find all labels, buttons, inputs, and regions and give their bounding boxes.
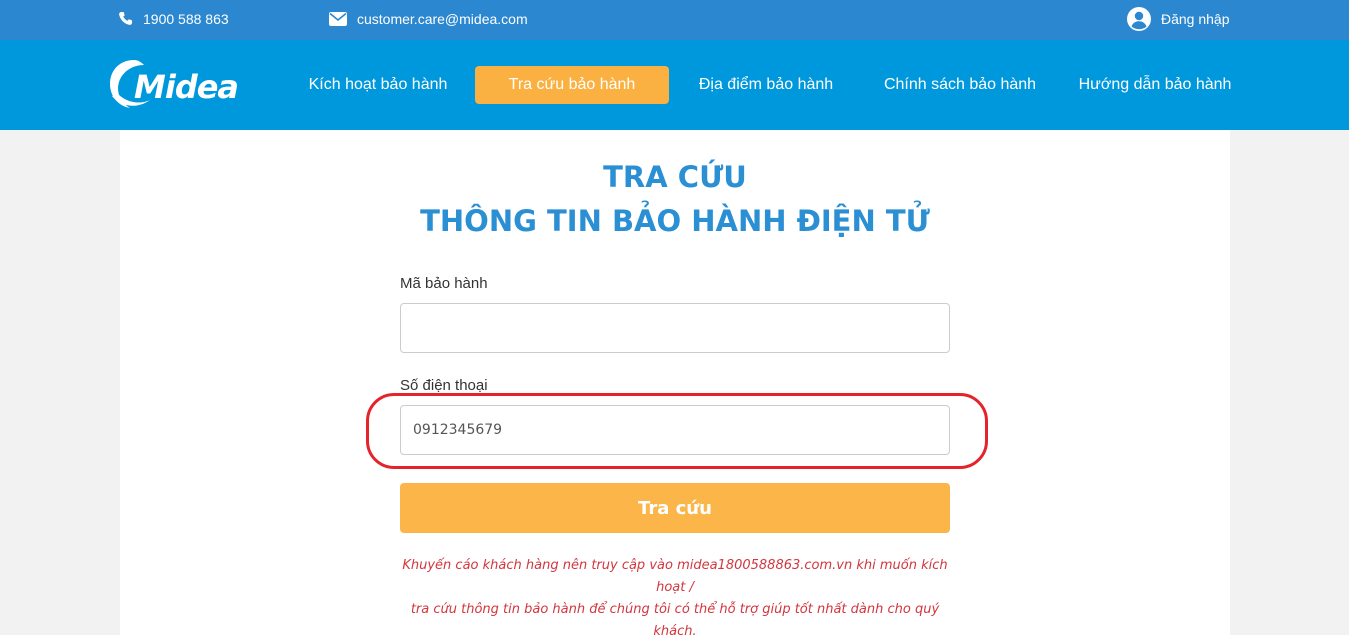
login-label: Đăng nhập xyxy=(1161,10,1230,27)
nav-warranty-guide[interactable]: Hướng dẫn bảo hành xyxy=(1070,66,1240,104)
support-email[interactable]: customer.care@midea.com xyxy=(329,0,528,37)
advisory-note: Khuyến cáo khách hàng nên truy cập vào m… xyxy=(390,555,960,635)
envelope-icon xyxy=(329,11,347,26)
page-title-line2: THÔNG TIN BẢO HÀNH ĐIỆN TỬ xyxy=(420,204,930,238)
advisory-note-line2: tra cứu thông tin bảo hành để chúng tôi … xyxy=(410,602,940,635)
midea-logo[interactable]: Midea xyxy=(106,56,239,112)
user-icon xyxy=(1127,6,1151,31)
top-contact-bar: 1900 588 863 customer.care@midea.com Đăn… xyxy=(0,0,1349,40)
nav-warranty-locations[interactable]: Địa điểm bảo hành xyxy=(690,66,842,104)
phone-input[interactable] xyxy=(400,405,950,455)
brand-wordmark: Midea xyxy=(134,68,239,106)
warranty-code-label: Mã bảo hành xyxy=(400,275,488,292)
hotline-number: 1900 588 863 xyxy=(143,10,229,27)
login-link[interactable]: Đăng nhập xyxy=(1127,0,1230,37)
phone-label: Số điện thoại xyxy=(400,377,488,394)
main-navbar: Midea Kích hoạt bảo hành Tra cứu bảo hàn… xyxy=(0,40,1349,130)
nav-activate-warranty[interactable]: Kích hoạt bảo hành xyxy=(300,66,456,104)
lookup-panel: TRA CỨU THÔNG TIN BẢO HÀNH ĐIỆN TỬ Mã bả… xyxy=(120,130,1230,635)
page-title-line1: TRA CỨU xyxy=(603,160,747,194)
nav-warranty-policy[interactable]: Chính sách bảo hành xyxy=(876,66,1044,104)
advisory-note-line1: Khuyến cáo khách hàng nên truy cập vào m… xyxy=(402,558,948,595)
hotline[interactable]: 1900 588 863 xyxy=(118,0,229,37)
lookup-button[interactable]: Tra cứu xyxy=(400,483,950,533)
warranty-code-input[interactable] xyxy=(400,303,950,353)
email-address: customer.care@midea.com xyxy=(357,10,528,27)
phone-icon xyxy=(119,11,133,25)
nav-lookup-warranty[interactable]: Tra cứu bảo hành xyxy=(475,66,669,104)
